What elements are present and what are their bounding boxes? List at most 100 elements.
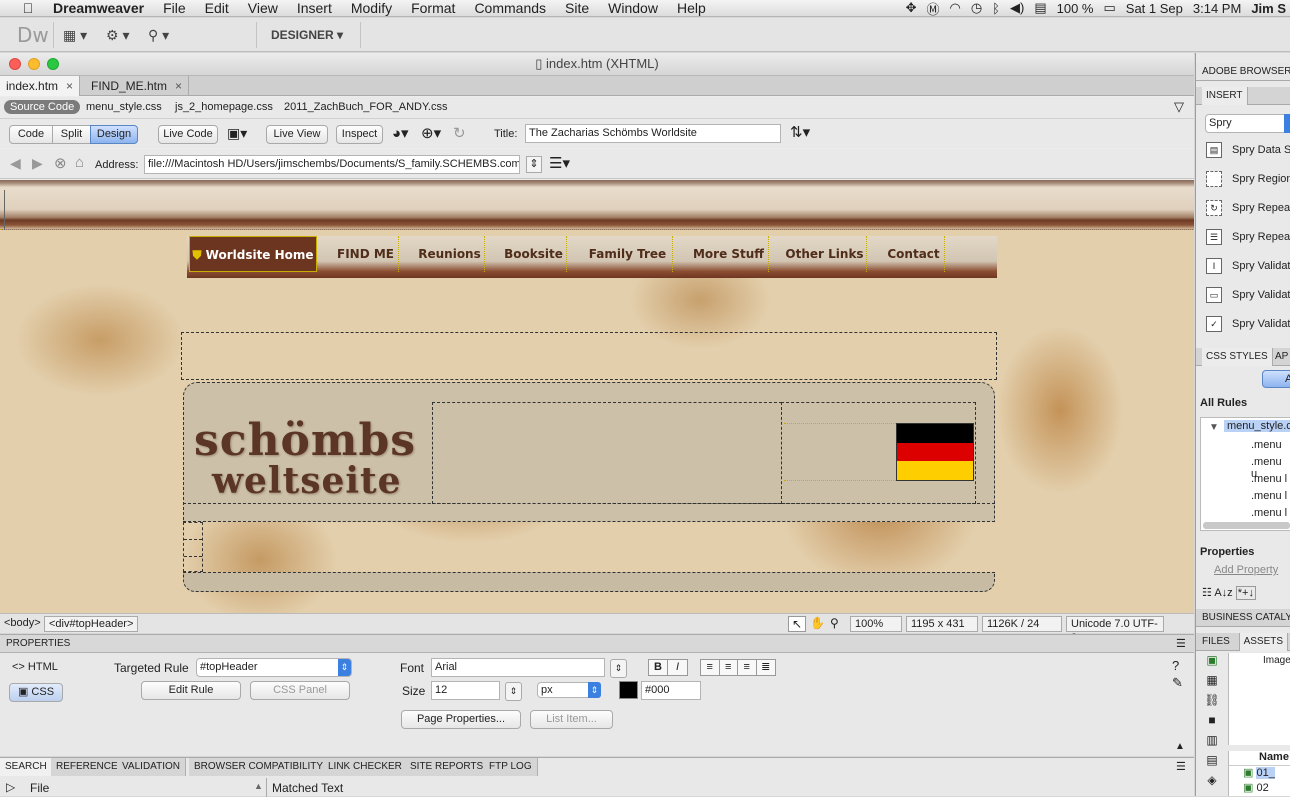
browserlab-header[interactable]: ADOBE BROWSERLA <box>1196 63 1290 81</box>
nav-item-booksite[interactable]: Booksite <box>501 236 567 272</box>
spry-item-validation-checkbox[interactable]: ✓ Spry Validat <box>1206 313 1290 335</box>
category-view-icon[interactable]: ☷ <box>1202 587 1212 599</box>
flag-icon[interactable]: ▤ <box>1034 0 1046 16</box>
forward-icon[interactable]: ▶ <box>32 155 43 172</box>
css-panel-button[interactable]: CSS Panel <box>250 681 350 700</box>
images-icon[interactable]: ▣ <box>1198 653 1226 673</box>
app-menu[interactable]: Dreamweaver <box>53 0 144 16</box>
workspace-switcher[interactable]: DESIGNER ▾ <box>271 28 343 42</box>
play-icon[interactable]: ▷ <box>6 780 15 794</box>
tab-reference[interactable]: REFERENCE <box>51 758 124 776</box>
home-icon[interactable]: ⌂ <box>75 154 84 171</box>
date-text[interactable]: Sat 1 Sep <box>1126 1 1183 16</box>
size-stepper[interactable]: ⇕ <box>505 682 522 701</box>
quick-tag-editor-icon[interactable]: ✎ <box>1172 675 1183 691</box>
inspect-button[interactable]: Inspect <box>336 125 383 144</box>
css-styles-header[interactable]: CSS STYLES AP E <box>1196 348 1290 366</box>
collapse-icon[interactable]: ▲ <box>1175 741 1185 752</box>
close-icon[interactable]: × <box>66 79 73 93</box>
chevron-updown-icon[interactable]: ⇕ <box>588 682 601 698</box>
nav-item-contact[interactable]: Contact <box>883 236 945 272</box>
chevron-updown-icon[interactable] <box>1284 114 1290 133</box>
split-view-button[interactable]: Split <box>52 125 91 144</box>
volume-icon[interactable]: ◀) <box>1010 0 1024 16</box>
nav-item-more-stuff[interactable]: More Stuff <box>689 236 769 272</box>
stop-icon[interactable]: ⊗ <box>54 154 67 172</box>
panel-menu-icon[interactable]: ☰ <box>1176 637 1186 650</box>
menu-view[interactable]: View <box>248 0 278 16</box>
minimize-window-button[interactable] <box>28 58 40 70</box>
movies-icon[interactable]: ▥ <box>1198 733 1226 753</box>
tab-index[interactable]: index.htm × <box>0 76 81 96</box>
ap-elements-tab[interactable]: AP E <box>1275 351 1290 362</box>
sort-icon[interactable]: ▲ <box>254 781 263 791</box>
tab-browser-compatibility[interactable]: BROWSER COMPATIBILITY <box>189 758 330 776</box>
browse-options-icon[interactable]: ☰▾ <box>549 154 570 172</box>
design-canvas[interactable]: ⛊ Worldsite Home FIND ME Reunions Booksi… <box>0 180 1194 613</box>
spry-item-repeat-list[interactable]: ☰ Spry Repeat <box>1206 226 1290 248</box>
window-size-select[interactable]: 1195 x 431 ♦ <box>906 616 978 644</box>
color-input[interactable]: #000 <box>641 681 701 700</box>
spry-item-repeat[interactable]: ↻ Spry Repeat <box>1206 197 1290 219</box>
list-item-button[interactable]: List Item... <box>530 710 613 729</box>
insert-header[interactable]: INSERT <box>1196 87 1290 105</box>
html-mode-button[interactable]: <> HTML <box>12 661 58 673</box>
urls-icon[interactable]: ⛓ <box>1198 693 1226 713</box>
edit-rule-button[interactable]: Edit Rule <box>141 681 241 700</box>
nav-item-family-tree[interactable]: Family Tree <box>583 236 673 272</box>
targeted-rule-select[interactable]: #topHeader <box>196 658 352 677</box>
hand-tool-icon[interactable]: ✋ <box>810 616 825 630</box>
tab-find-me[interactable]: FIND_ME.htm × <box>85 76 190 96</box>
assets-tab[interactable]: ASSETS <box>1238 633 1289 651</box>
font-stepper[interactable]: ⇕ <box>610 659 627 678</box>
related-file-zachbuch[interactable]: 2011_ZachBuch_FOR_ANDY.css <box>284 101 447 113</box>
close-window-button[interactable] <box>9 58 21 70</box>
menu-window[interactable]: Window <box>608 0 658 16</box>
insert-category-select[interactable]: Spry <box>1205 114 1290 133</box>
rule-item[interactable]: .menu l <box>1251 490 1287 502</box>
color-swatch[interactable] <box>619 681 638 699</box>
refresh-icon[interactable]: ↻ <box>453 124 466 142</box>
spry-item-region[interactable]: Spry Region <box>1206 168 1290 190</box>
time-machine-icon[interactable]: ◷ <box>971 0 982 16</box>
visual-aids-icon[interactable]: ⊕▾ <box>421 124 441 142</box>
spry-item-data-set[interactable]: ▤ Spry Data S <box>1206 139 1290 161</box>
justify-icon[interactable]: ≣ <box>757 660 775 675</box>
menu-insert[interactable]: Insert <box>297 0 332 16</box>
layout-icon[interactable]: ▦ ▾ <box>63 27 87 44</box>
source-code-button[interactable]: Source Code <box>4 100 81 114</box>
menu-modify[interactable]: Modify <box>351 0 392 16</box>
menu-commands[interactable]: Commands <box>474 0 546 16</box>
rule-menu-style[interactable]: menu_style.c <box>1224 420 1290 432</box>
css-styles-tab[interactable]: CSS STYLES <box>1202 348 1273 366</box>
gear-icon[interactable]: ⚙ ▾ <box>106 27 129 44</box>
tab-validation[interactable]: VALIDATION <box>117 758 186 776</box>
dropbox-icon[interactable]: ✥ <box>906 0 917 16</box>
menu-format[interactable]: Format <box>411 0 455 16</box>
close-icon[interactable]: × <box>175 79 182 93</box>
address-input[interactable]: file:///Macintosh HD/Users/jimschembs/Do… <box>144 155 520 174</box>
nav-item-find-me[interactable]: FIND ME <box>333 236 399 272</box>
help-icon[interactable]: ? <box>1172 658 1179 673</box>
align-left-icon[interactable]: ≡ <box>701 660 720 675</box>
top-header[interactable]: schömbs weltseite <box>183 382 995 522</box>
address-stepper[interactable]: ⇕ <box>526 156 542 173</box>
files-tab[interactable]: FILES <box>1202 636 1230 647</box>
chevron-updown-icon[interactable]: ⇕ <box>338 659 351 676</box>
apple-icon[interactable]:  <box>18 0 38 16</box>
battery-icon[interactable]: ▭ <box>1103 0 1115 16</box>
insert-tab[interactable]: INSERT <box>1202 87 1248 105</box>
menu-site[interactable]: Site <box>565 0 589 16</box>
rule-item[interactable]: .menu l <box>1251 507 1287 519</box>
preview-browser-icon[interactable]: ◕▾ <box>392 124 409 142</box>
spry-item-validation-textarea[interactable]: ▭ Spry Validat <box>1206 284 1290 306</box>
tab-ftp-log[interactable]: FTP LOG <box>484 758 538 776</box>
back-icon[interactable]: ◀ <box>10 155 21 172</box>
site-manage-icon[interactable]: ⚲ ▾ <box>148 27 169 44</box>
zoom-select[interactable]: 100% <box>850 616 902 632</box>
user-name[interactable]: Jim S <box>1251 1 1286 16</box>
menu-help[interactable]: Help <box>677 0 706 16</box>
zoom-tool-icon[interactable]: ⚲ <box>830 616 839 630</box>
colors-icon[interactable]: ▦ <box>1198 673 1226 693</box>
select-tool-icon[interactable]: ↖ <box>788 616 806 632</box>
